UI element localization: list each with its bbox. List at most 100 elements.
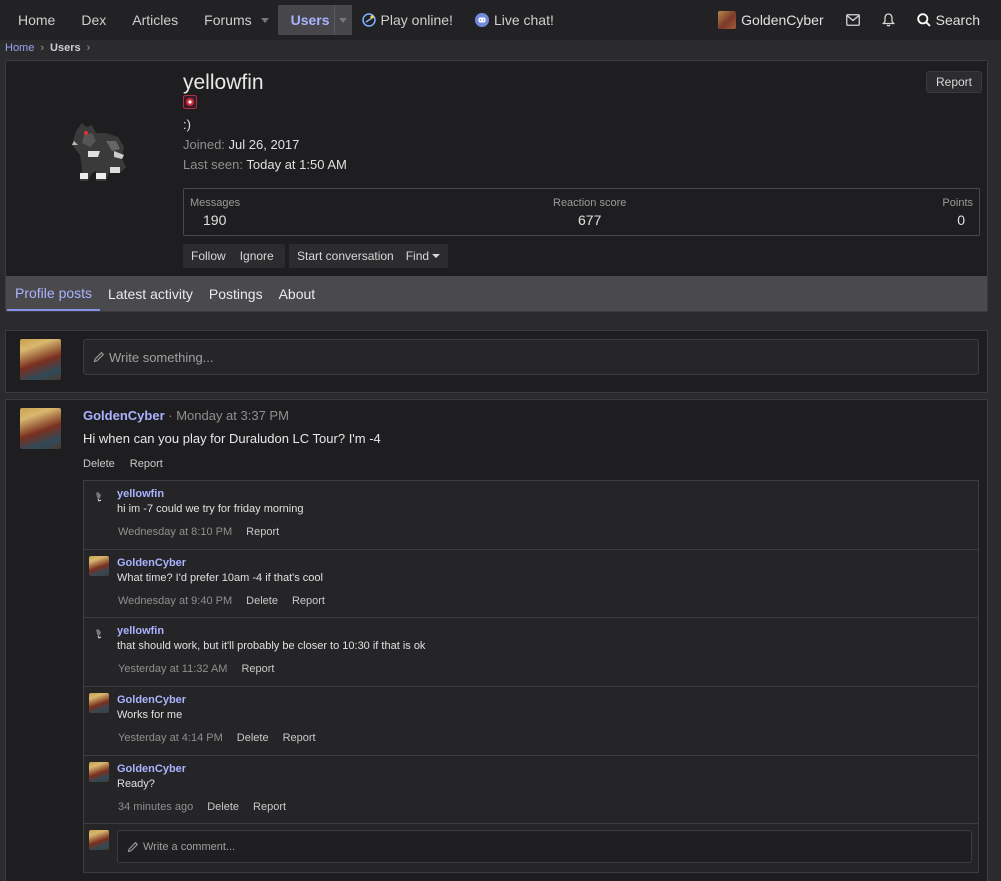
stat-messages[interactable]: Messages 190 [190,197,240,228]
comment-text: Ready? [117,777,155,790]
post-sidebar [6,400,75,881]
discord-icon [474,13,489,27]
alerts-button[interactable] [871,13,906,27]
last-seen-label: Last seen: [183,157,243,172]
avatar[interactable] [89,830,109,851]
forums-dropdown-toggle[interactable] [256,5,274,35]
comment-item: GoldenCyber Works for me Yesterday at 4:… [84,687,978,756]
avatar[interactable] [89,693,109,714]
new-profile-post: Write something... [5,330,988,393]
report-profile-button[interactable]: Report [926,71,982,93]
caret-down-icon [339,17,348,23]
tab-about[interactable]: About [271,276,324,311]
play-icon [361,13,376,27]
comment-text: hi im -7 could we try for friday morning [117,503,304,515]
comment-author[interactable]: yellowfin [117,625,164,637]
avatar[interactable] [89,487,109,507]
last-seen-value[interactable]: Today at 1:50 AM [246,157,346,172]
profile-stats: Messages 190 Reaction score 677 Points 0 [183,188,980,236]
delete-comment-button[interactable]: Delete [237,732,269,744]
comment-author[interactable]: GoldenCyber [117,557,186,569]
find-button[interactable]: Find [405,249,441,263]
delete-post-button[interactable]: Delete [83,458,115,470]
comment-author[interactable]: GoldenCyber [117,763,186,775]
account-menu[interactable]: GoldenCyber [707,11,835,29]
nav-live-chat[interactable]: Live chat! [466,5,567,35]
nav-dex[interactable]: Dex [68,5,119,35]
stat-reaction-value: 677 [578,212,602,228]
breadcrumb: Home › Users › [5,41,96,55]
top-navigation: Home Dex Articles Forums Users Play onli… [0,0,1001,40]
delete-comment-button[interactable]: Delete [207,801,239,813]
comment-item: GoldenCyber What time? I'd prefer 10am -… [84,550,978,619]
comment-time[interactable]: Yesterday at 4:14 PM [118,732,223,744]
tab-latest-activity[interactable]: Latest activity [100,276,201,311]
stat-messages-value: 190 [203,212,227,228]
report-comment-button[interactable]: Report [241,663,274,675]
comment-actions: Wednesday at 9:40 PM Delete Report [118,595,325,607]
breadcrumb-users[interactable]: Users [50,42,81,54]
avatar [718,11,737,29]
report-comment-button[interactable]: Report [283,732,316,744]
delete-comment-button[interactable]: Delete [246,595,278,607]
nav-home[interactable]: Home [5,5,68,35]
inbox-button[interactable] [835,14,871,26]
report-post-button[interactable]: Report [130,458,163,470]
breadcrumb-home[interactable]: Home [5,42,34,54]
find-label: Find [405,249,430,263]
post-body: Hi when can you play for Duraludon LC To… [83,431,381,446]
comment-actions: Wednesday at 8:10 PM Report [118,526,279,538]
post-time[interactable]: · Monday at 3:37 PM [168,408,289,423]
tab-postings[interactable]: Postings [201,276,271,311]
report-comment-button[interactable]: Report [246,526,279,538]
stat-reaction-score[interactable]: Reaction score 677 [553,197,626,228]
new-profile-post-placeholder: Write something... [109,349,214,365]
comment-actions: Yesterday at 11:32 AM Report [118,663,275,675]
nav-play-online[interactable]: Play online! [352,5,466,35]
comment-author[interactable]: yellowfin [117,488,164,500]
nav-play-online-label: Play online! [380,12,453,28]
profile-username: yellowfin [183,71,264,94]
comment-text: that should work, but it'll probably be … [117,640,426,653]
profile-avatar[interactable] [66,111,136,186]
nav-articles[interactable]: Articles [119,5,191,35]
report-comment-button[interactable]: Report [292,595,325,607]
users-dropdown-toggle[interactable] [333,5,352,35]
write-comment-placeholder: Write a comment... [143,840,236,853]
search-button[interactable]: Search [906,12,1001,28]
new-profile-post-input[interactable]: Write something... [83,339,979,375]
joined-label: Joined: [183,137,225,152]
stat-points[interactable]: Points 0 [942,197,973,228]
ignore-button[interactable]: Ignore [233,244,281,268]
tab-profile-posts[interactable]: Profile posts [7,276,101,311]
nav-users[interactable]: Users [277,5,334,35]
avatar[interactable] [89,624,109,644]
caret-down-icon [260,17,269,23]
comment-time[interactable]: 34 minutes ago [118,801,193,813]
profile-post: GoldenCyber · Monday at 3:37 PM Hi when … [5,399,988,881]
avatar[interactable] [20,339,61,380]
profile-status: :) [183,117,191,132]
avatar[interactable] [20,408,61,449]
avatar[interactable] [89,761,109,782]
comment-time[interactable]: Wednesday at 9:40 PM [118,595,232,607]
stat-reaction-label: Reaction score [553,197,627,209]
stat-points-value: 0 [957,212,965,228]
nav-user-area: GoldenCyber Search [707,0,1001,40]
mail-icon [845,14,860,26]
comment-time[interactable]: Yesterday at 11:32 AM [118,663,227,675]
comment-item: yellowfin hi im -7 could we try for frid… [84,481,978,550]
nav-forums[interactable]: Forums [191,5,255,35]
comment-time[interactable]: Wednesday at 8:10 PM [118,526,232,538]
comment-item: GoldenCyber Ready? 34 minutes ago Delete… [84,756,978,825]
stat-messages-label: Messages [190,197,241,209]
avatar[interactable] [89,555,109,576]
start-conversation-button[interactable]: Start conversation [297,249,406,263]
comment-author[interactable]: GoldenCyber [117,694,186,706]
follow-button[interactable]: Follow [183,244,233,268]
chevron-right-icon: › [40,42,45,54]
write-comment-input[interactable]: Write a comment... [117,830,972,864]
search-label: Search [935,12,980,28]
post-author-link[interactable]: GoldenCyber [83,408,165,423]
report-comment-button[interactable]: Report [253,801,286,813]
